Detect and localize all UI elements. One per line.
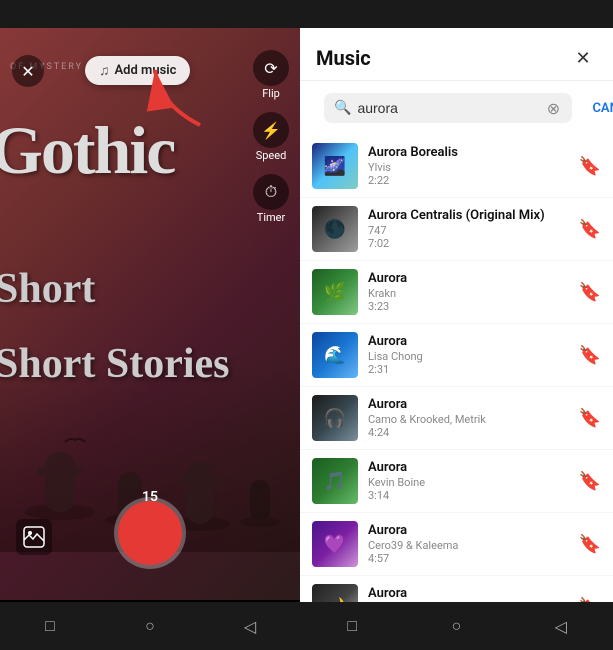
music-list-item[interactable]: 🌊 Aurora Lisa Chong 2:31 🔖 [300, 324, 613, 387]
music-panel-title: Music [316, 46, 371, 70]
music-bottom-nav: □ ○ ◁ [300, 602, 613, 650]
music-list-item[interactable]: 🌑 Aurora Centralis (Original Mix) 747 7:… [300, 198, 613, 261]
music-panel: Music ✕ 🔍 ⊗ CANCEL 🌌 Aurora Borealis Ylv… [300, 28, 613, 628]
flip-control[interactable]: ⟳ Flip [253, 50, 289, 110]
book-subtitle-stories: Short Stories [0, 340, 230, 388]
nav-back-icon[interactable]: ◁ [238, 614, 262, 638]
bookmark-icon[interactable]: 🔖 [579, 408, 601, 429]
album-art-visual: 💜 [312, 521, 358, 567]
speed-label: Speed [256, 149, 287, 162]
speed-control[interactable]: ⚡ Speed [253, 112, 289, 172]
song-artist: Krakn [368, 287, 569, 300]
album-art-visual: 🌊 [312, 332, 358, 378]
nav-square-icon[interactable]: □ [38, 614, 62, 638]
song-name: Aurora [368, 586, 569, 601]
camera-panel: OF MYSTERY Gothic Short Short Stories ✕ … [0, 0, 300, 600]
cancel-search-button[interactable]: CANCEL [584, 101, 613, 116]
song-duration: 4:57 [368, 552, 569, 565]
music-info: Aurora Camo & Krooked, Metrik 4:24 [368, 397, 569, 439]
album-art: 🌿 [312, 269, 358, 315]
nav-circle-icon[interactable]: ○ [138, 614, 162, 638]
album-art-visual: 🎵 [312, 458, 358, 504]
bookmark-icon[interactable]: 🔖 [579, 282, 601, 303]
camera-controls: ⟳ Flip ⚡ Speed ⏱ Timer [246, 50, 296, 234]
flip-label: Flip [262, 87, 280, 100]
status-bar [0, 0, 613, 28]
nav-back-icon-2[interactable]: ◁ [549, 614, 573, 638]
music-info: Aurora Kevin Boine 3:14 [368, 460, 569, 502]
camera-bottom-nav: □ ○ ◁ [0, 602, 300, 650]
song-name: Aurora [368, 334, 569, 349]
song-duration: 3:23 [368, 300, 569, 313]
album-art: 🎧 [312, 395, 358, 441]
music-info: Aurora Lisa Chong 2:31 [368, 334, 569, 376]
album-art-visual: 🌿 [312, 269, 358, 315]
bookmark-icon[interactable]: 🔖 [579, 534, 601, 555]
song-name: Aurora Borealis [368, 145, 569, 160]
song-duration: 2:31 [368, 363, 569, 376]
close-camera-button[interactable]: ✕ [12, 55, 44, 87]
album-art: 🌑 [312, 206, 358, 252]
music-info: Aurora Krakn 3:23 [368, 271, 569, 313]
timer-control[interactable]: ⏱ Timer [253, 174, 289, 234]
album-art-visual: 🎧 [312, 395, 358, 441]
book-title-gothic: Gothic [0, 120, 174, 181]
bookmark-icon[interactable]: 🔖 [579, 345, 601, 366]
song-artist: Kevin Boine [368, 476, 569, 489]
song-artist: Cero39 & Kaleema [368, 539, 569, 552]
search-input[interactable] [357, 100, 538, 116]
search-bar: 🔍 ⊗ [324, 93, 572, 123]
album-art: 💜 [312, 521, 358, 567]
music-info: Aurora Cero39 & Kaleema 4:57 [368, 523, 569, 565]
timer-icon: ⏱ [253, 174, 289, 210]
search-icon: 🔍 [334, 100, 351, 116]
album-art-visual: 🌌 [312, 143, 358, 189]
song-name: Aurora [368, 271, 569, 286]
song-artist: Camo & Krooked, Metrik [368, 413, 569, 426]
book-subtitle-short: Short [0, 265, 95, 313]
add-music-label: Add music [115, 63, 177, 78]
song-name: Aurora [368, 523, 569, 538]
album-art-visual: 🌑 [312, 206, 358, 252]
song-artist: Lisa Chong [368, 350, 569, 363]
clear-search-button[interactable]: ⊗ [544, 99, 562, 117]
music-list-item[interactable]: 💜 Aurora Cero39 & Kaleema 4:57 🔖 [300, 513, 613, 576]
song-name: Aurora Centralis (Original Mix) [368, 208, 569, 223]
song-artist: Ylvis [368, 161, 569, 174]
music-list-item[interactable]: 🎧 Aurora Camo & Krooked, Metrik 4:24 🔖 [300, 387, 613, 450]
song-artist: 747 [368, 224, 569, 237]
flip-icon: ⟳ [253, 50, 289, 86]
add-music-button[interactable]: ♫ Add music [85, 56, 190, 85]
nav-square-icon-2[interactable]: □ [340, 614, 364, 638]
song-name: Aurora [368, 397, 569, 412]
song-duration: 7:02 [368, 237, 569, 250]
music-info: Aurora Centralis (Original Mix) 747 7:02 [368, 208, 569, 250]
album-art: 🌊 [312, 332, 358, 378]
album-art: 🌌 [312, 143, 358, 189]
bookmark-icon[interactable]: 🔖 [579, 219, 601, 240]
album-art: 🎵 [312, 458, 358, 504]
song-duration: 4:24 [368, 426, 569, 439]
capture-button[interactable] [118, 501, 182, 565]
music-list-item[interactable]: 🌌 Aurora Borealis Ylvis 2:22 🔖 [300, 135, 613, 198]
song-duration: 2:22 [368, 174, 569, 187]
song-duration: 3:14 [368, 489, 569, 502]
speed-icon: ⚡ [253, 112, 289, 148]
music-note-icon: ♫ [99, 62, 110, 79]
music-list[interactable]: 🌌 Aurora Borealis Ylvis 2:22 🔖 🌑 Aurora … [300, 135, 613, 628]
music-info: Aurora Borealis Ylvis 2:22 [368, 145, 569, 187]
nav-circle-icon-2[interactable]: ○ [444, 614, 468, 638]
music-list-item[interactable]: 🎵 Aurora Kevin Boine 3:14 🔖 [300, 450, 613, 513]
song-name: Aurora [368, 460, 569, 475]
search-row: 🔍 ⊗ CANCEL [300, 81, 613, 135]
close-music-button[interactable]: ✕ [569, 44, 597, 72]
bookmark-icon[interactable]: 🔖 [579, 471, 601, 492]
gallery-button[interactable] [16, 519, 52, 555]
music-list-item[interactable]: 🌿 Aurora Krakn 3:23 🔖 [300, 261, 613, 324]
music-header: Music ✕ [300, 28, 613, 81]
timer-label: Timer [257, 211, 285, 224]
bookmark-icon[interactable]: 🔖 [579, 156, 601, 177]
